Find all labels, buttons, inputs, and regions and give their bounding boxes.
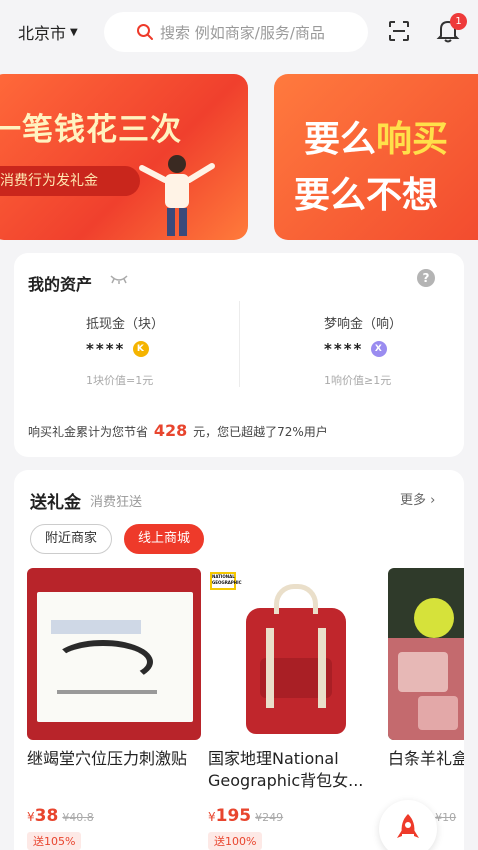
dream-label: 梦响金（响）: [324, 317, 403, 332]
purple-coin-icon: X: [371, 341, 388, 357]
tab-nearby[interactable]: 附近商家: [30, 524, 112, 554]
gift-section: 送礼金 消费狂送 更多 › 附近商家 线上商城 继竭堂穴位压力刺激贴 ¥38 ¥4…: [14, 470, 464, 850]
gold-coin-icon: K: [133, 341, 150, 357]
dream-value: **** X: [324, 340, 478, 358]
banner-title: 一笔钱花三次: [0, 112, 182, 148]
promo-banner-2[interactable]: 要么响买 要么不想: [274, 74, 478, 240]
original-price: ¥10: [435, 811, 457, 824]
product-card[interactable]: NATIONAL GEOGRAPHIC 国家地理National Geograp…: [208, 568, 382, 850]
assets-card: 我的资产 ? 抵现金（块） **** K 1块价值=1元 梦响金（响） ****…: [14, 253, 464, 457]
savings-text: 响买礼金累计为您节省 428 元，您已超越了72%用户: [28, 421, 328, 440]
brand-logo: NATIONAL GEOGRAPHIC: [212, 574, 242, 585]
product-image: [27, 568, 201, 740]
notification-badge: 1: [450, 13, 467, 30]
scan-icon[interactable]: [388, 20, 410, 42]
cash-asset[interactable]: 抵现金（块） **** K 1块价值=1元: [86, 313, 286, 388]
section-title: 送礼金: [30, 493, 81, 513]
banner2-line2: 要么不想: [294, 175, 439, 216]
product-card[interactable]: 继竭堂穴位压力刺激贴 ¥38 ¥40.8 送105%: [27, 568, 201, 850]
search-input[interactable]: 搜索 例如商家/服务/商品: [104, 12, 368, 52]
section-subtitle: 消费狂送: [90, 495, 143, 510]
city-selector[interactable]: 北京市 ▼: [18, 20, 78, 44]
product-name: 继竭堂穴位压力刺激贴: [27, 749, 188, 768]
dream-asset[interactable]: 梦响金（响） **** X 1响价值≥1元: [324, 313, 478, 388]
original-price: ¥40.8: [62, 811, 94, 824]
cash-value: **** K: [86, 340, 286, 358]
product-card[interactable]: 白条羊礼盒腰窝油三分 ¥228¥10: [388, 568, 464, 826]
product-price: ¥195 ¥249: [208, 806, 284, 826]
more-link[interactable]: 更多 ›: [400, 489, 435, 508]
rocket-icon: [397, 814, 419, 838]
chevron-down-icon: ▼: [70, 26, 78, 38]
person-illustration: [139, 155, 215, 236]
cash-note: 1块价值=1元: [86, 374, 154, 387]
promo-banner-1[interactable]: 一笔钱花三次 消费行为发礼金: [0, 74, 248, 240]
top-bar: 北京市 ▼ 搜索 例如商家/服务/商品 1: [0, 0, 478, 64]
tab-online[interactable]: 线上商城: [124, 524, 204, 554]
product-name: 国家地理National Geographic背包女...: [208, 749, 364, 790]
product-image: NATIONAL GEOGRAPHIC: [208, 568, 382, 740]
cash-label: 抵现金（块）: [86, 317, 165, 332]
product-image: [388, 568, 464, 740]
reward-tag: 送105%: [27, 832, 82, 850]
product-name: 白条羊礼盒腰窝油三分: [388, 749, 464, 768]
banner2-line1: 要么响买: [304, 119, 449, 160]
reward-tag: 送100%: [208, 832, 263, 850]
back-to-top-button[interactable]: [379, 800, 437, 850]
savings-amount: 428: [153, 421, 188, 440]
search-icon: [137, 24, 153, 40]
banner-subtitle: 消费行为发礼金: [0, 166, 140, 196]
assets-title: 我的资产: [28, 275, 93, 294]
city-label: 北京市: [18, 24, 67, 43]
product-price: ¥38 ¥40.8: [27, 806, 94, 826]
eye-closed-icon[interactable]: [110, 273, 128, 285]
search-placeholder: 搜索 例如商家/服务/商品: [160, 23, 325, 42]
dream-note: 1响价值≥1元: [324, 374, 392, 387]
help-icon[interactable]: ?: [417, 269, 435, 287]
original-price: ¥249: [255, 811, 284, 824]
